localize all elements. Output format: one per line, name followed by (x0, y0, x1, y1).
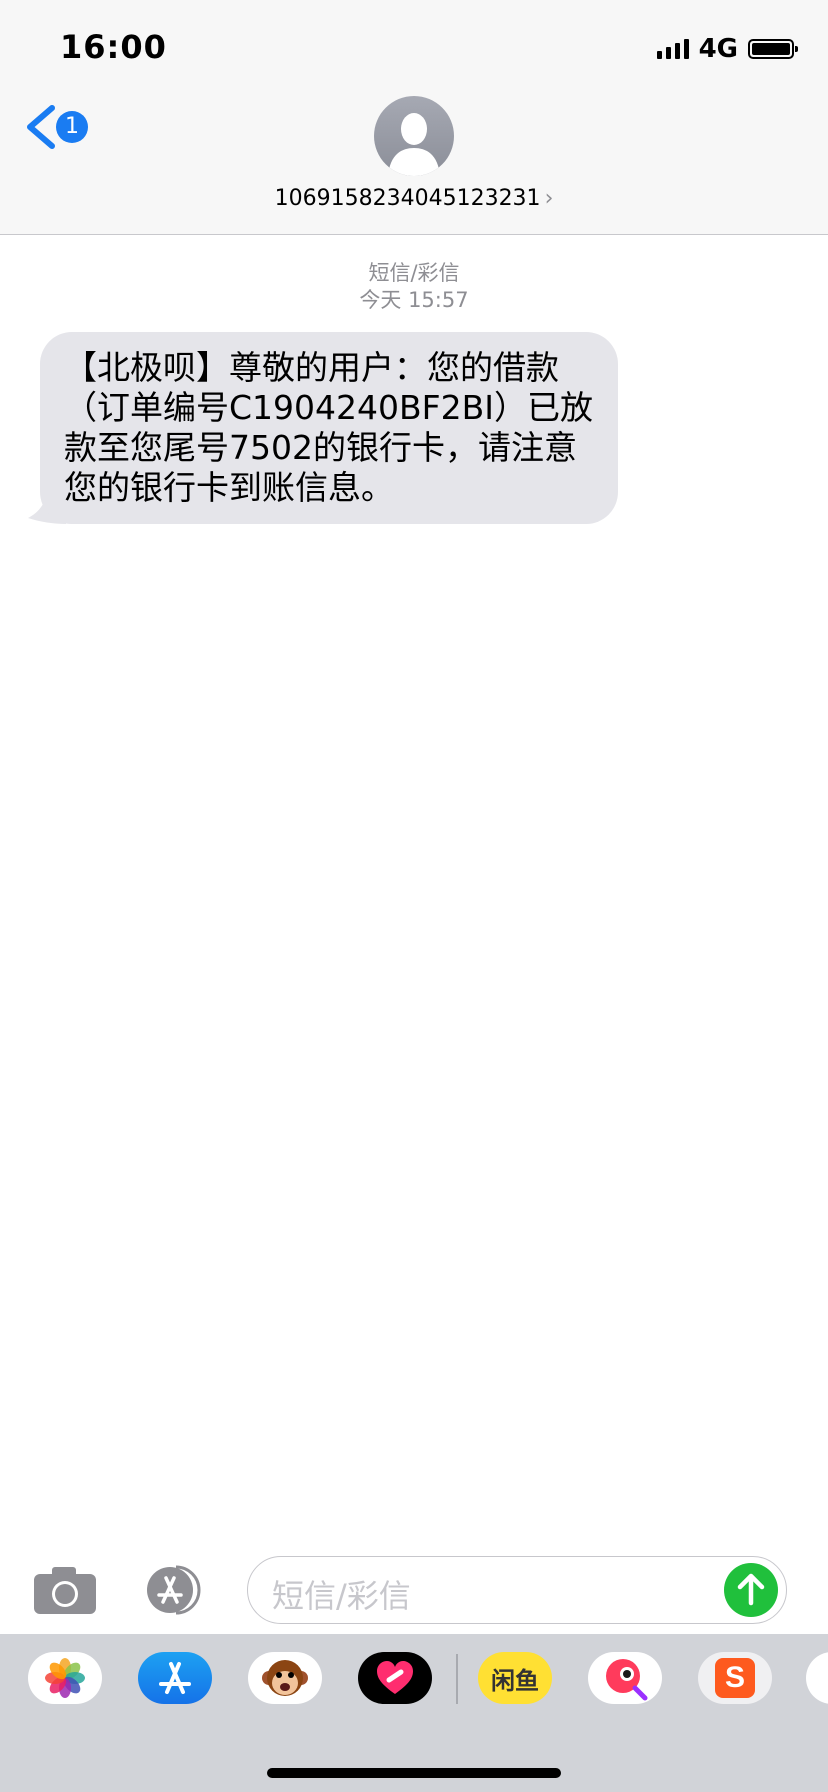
sogou-app[interactable]: S (698, 1652, 772, 1704)
app-store-button[interactable] (140, 1564, 212, 1616)
status-indicators: 4G (656, 34, 798, 64)
message-input-placeholder: 短信/彩信 (272, 1577, 411, 1615)
search-app[interactable] (588, 1652, 662, 1704)
conversation-header: 16:00 4G 1 1069158234045123231 › (0, 0, 828, 235)
home-indicator[interactable] (267, 1768, 561, 1778)
sogou-icon: S (715, 1658, 755, 1698)
channel-label: 短信/彩信 (368, 261, 460, 285)
person-icon (388, 113, 440, 176)
contact-avatar[interactable] (374, 96, 454, 176)
message-text: 【北极呗】尊敬的用户：您的借款（订单编号C1904240BF2BI）已放款至您尾… (64, 348, 593, 507)
search-app-icon (606, 1659, 648, 1701)
camera-button[interactable] (32, 1564, 98, 1616)
unread-badge: 1 (56, 111, 88, 143)
status-time: 16:00 (60, 28, 167, 66)
network-type: 4G (698, 34, 738, 64)
drawer-divider (456, 1654, 458, 1704)
battery-icon (748, 39, 798, 59)
incoming-message-bubble[interactable]: 【北极呗】尊敬的用户：您的借款（订单编号C1904240BF2BI）已放款至您尾… (40, 332, 618, 524)
message-timestamp: 今天 15:57 (359, 288, 469, 312)
send-button[interactable] (724, 1563, 778, 1617)
app-store-icon (159, 1662, 191, 1694)
message-input[interactable]: 短信/彩信 (247, 1556, 787, 1624)
digital-touch-app[interactable] (358, 1652, 432, 1704)
xianyu-app[interactable]: 闲鱼 (478, 1652, 552, 1704)
animoji-app[interactable] (248, 1652, 322, 1704)
photos-app[interactable] (28, 1652, 102, 1704)
digital-touch-icon (377, 1661, 413, 1694)
chevron-right-icon: › (544, 186, 554, 211)
contact-name[interactable]: 1069158234045123231 › (0, 186, 828, 211)
photos-icon (45, 1658, 85, 1698)
partial-app[interactable] (806, 1652, 828, 1704)
animoji-monkey-icon (262, 1660, 308, 1696)
message-meta: 短信/彩信 今天 15:57 (0, 260, 828, 314)
app-store-app[interactable] (138, 1652, 212, 1704)
xianyu-icon: 闲鱼 (491, 1666, 539, 1695)
cellular-signal-icon (656, 39, 689, 59)
back-button[interactable]: 1 (22, 104, 88, 150)
arrow-up-icon (737, 1573, 765, 1606)
